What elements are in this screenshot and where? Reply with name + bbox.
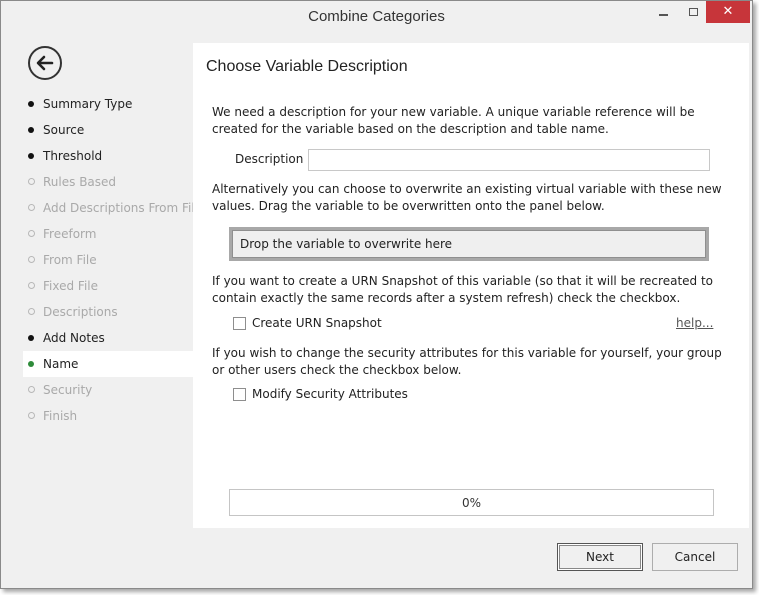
sidebar-step[interactable]: Summary Type xyxy=(23,91,193,117)
sidebar-step-label: Name xyxy=(43,357,79,371)
step-bullet-icon xyxy=(28,412,35,419)
sidebar-step[interactable]: Rules Based xyxy=(23,169,193,195)
overwrite-drop-zone[interactable]: Drop the variable to overwrite here xyxy=(229,227,709,261)
sidebar-step[interactable]: Freeform xyxy=(23,221,193,247)
urn-snapshot-checkbox[interactable] xyxy=(233,316,246,330)
sidebar-step-label: Add Descriptions From File xyxy=(43,201,203,215)
sidebar-step[interactable]: Fixed File xyxy=(23,273,193,299)
sidebar-step-label: From File xyxy=(43,253,97,267)
security-attributes-option[interactable]: Modify Security Attributes xyxy=(233,387,408,401)
urn-text: If you want to create a URN Snapshot of … xyxy=(212,274,714,305)
dialog-window: Combine Categories ✕ Summary Type Source T… xyxy=(0,0,753,589)
security-attributes-checkbox[interactable] xyxy=(233,387,246,401)
sidebar-step-label: Descriptions xyxy=(43,305,118,319)
sidebar-step[interactable]: Name xyxy=(23,351,195,377)
step-bullet-icon xyxy=(28,230,35,237)
close-icon: ✕ xyxy=(722,4,734,19)
sidebar-step-label: Fixed File xyxy=(43,279,98,293)
back-arrow-icon xyxy=(36,55,54,71)
step-bullet-icon xyxy=(28,101,34,107)
sidebar-step[interactable]: Source xyxy=(23,117,193,143)
maximize-button[interactable] xyxy=(678,1,708,23)
security-attributes-label: Modify Security Attributes xyxy=(252,387,408,401)
step-bullet-icon xyxy=(28,386,35,393)
title-bar[interactable]: Combine Categories ✕ xyxy=(1,1,752,33)
progress-bar: 0% xyxy=(229,489,714,516)
step-bullet-icon xyxy=(28,153,34,159)
step-bullet-icon xyxy=(28,204,35,211)
back-button[interactable] xyxy=(28,46,62,80)
progress-text: 0% xyxy=(461,496,482,510)
minimize-button[interactable] xyxy=(648,1,678,23)
step-bullet-icon xyxy=(28,256,35,263)
drop-zone-label: Drop the variable to overwrite here xyxy=(232,230,706,258)
sidebar-step[interactable]: Threshold xyxy=(23,143,193,169)
security-text: If you wish to change the security attri… xyxy=(212,346,722,377)
step-bullet-icon xyxy=(28,361,34,367)
urn-snapshot-option[interactable]: Create URN Snapshot xyxy=(233,316,382,330)
step-bullet-icon xyxy=(28,282,35,289)
sidebar-step[interactable]: From File xyxy=(23,247,193,273)
sidebar-step-label: Add Notes xyxy=(43,331,105,345)
sidebar-step-label: Rules Based xyxy=(43,175,117,189)
sidebar-step[interactable]: Descriptions xyxy=(23,299,193,325)
cancel-button[interactable]: Cancel xyxy=(652,543,738,571)
sidebar-step-label: Finish xyxy=(43,409,78,423)
minimize-icon xyxy=(658,14,668,16)
close-button[interactable]: ✕ xyxy=(706,1,750,23)
sidebar-step-label: Summary Type xyxy=(43,97,133,111)
sidebar-step[interactable]: Finish xyxy=(23,403,193,429)
maximize-icon xyxy=(688,8,698,16)
wizard-steps: Summary Type Source Threshold Rules Based Ad… xyxy=(23,91,202,429)
urn-snapshot-label: Create URN Snapshot xyxy=(252,316,382,330)
sidebar-step-label: Security xyxy=(43,383,93,397)
step-bullet-icon xyxy=(28,127,34,133)
step-bullet-icon xyxy=(28,335,34,341)
step-bullet-icon xyxy=(28,178,35,185)
intro-text: We need a description for your new varia… xyxy=(212,105,695,136)
sidebar-step-label: Threshold xyxy=(43,149,103,163)
description-label: Description xyxy=(235,152,304,166)
help-link[interactable]: help... xyxy=(676,316,713,330)
next-button[interactable]: Next xyxy=(557,543,643,571)
sidebar-step-label: Freeform xyxy=(43,227,97,241)
sidebar-step[interactable]: Add Notes xyxy=(23,325,193,351)
sidebar-step-label: Source xyxy=(43,123,85,137)
overwrite-text: Alternatively you can choose to overwrit… xyxy=(212,182,722,213)
sidebar-step[interactable]: Security xyxy=(23,377,193,403)
sidebar-step[interactable]: Add Descriptions From File xyxy=(23,195,202,221)
page-title: Choose Variable Description xyxy=(206,58,408,75)
wizard-sidebar: Summary Type Source Threshold Rules Based Ad… xyxy=(23,43,202,443)
step-bullet-icon xyxy=(28,308,35,315)
description-input[interactable] xyxy=(308,149,710,171)
window-title: Combine Categories xyxy=(308,8,445,25)
content-panel: Choose Variable Description We need a de… xyxy=(193,43,749,528)
